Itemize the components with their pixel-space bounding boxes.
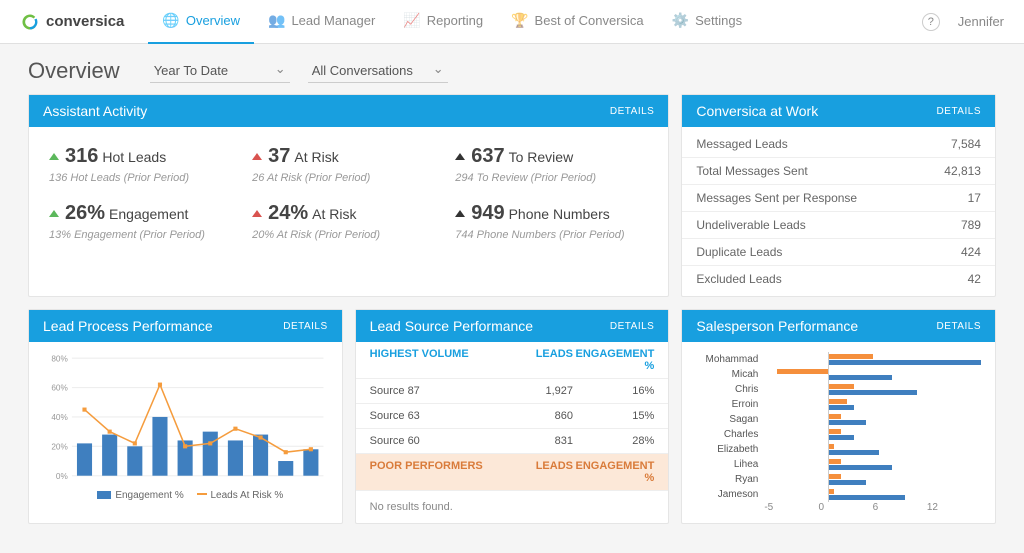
salesperson-row: Ryan [696, 472, 981, 487]
card-title: Assistant Activity [43, 103, 147, 119]
lead-process-chart: 0%20%40%60%80% Engagement % Leads At Ris… [29, 342, 342, 509]
conversation-select[interactable]: All Conversations [308, 59, 448, 83]
salesperson-row: Charles [696, 427, 981, 442]
salesperson-row: Erroin [696, 397, 981, 412]
details-link[interactable]: DETAILS [283, 321, 327, 332]
source-row: Source 6386015% [356, 404, 669, 429]
nav-icon: 👥 [268, 12, 285, 29]
assistant-activity-card: Assistant Activity DETAILS 316Hot Leads1… [28, 94, 669, 297]
source-row: Source 6083128% [356, 429, 669, 454]
nav-best-of-conversica[interactable]: 🏆Best of Conversica [497, 0, 658, 44]
nav-icon: 🏆 [511, 12, 528, 29]
help-icon[interactable]: ? [922, 13, 940, 31]
lead-process-card: Lead Process Performance DETAILS 0% 20% 40… [28, 309, 343, 524]
nav-icon: 📈 [403, 12, 420, 29]
details-link[interactable]: DETAILS [937, 321, 981, 332]
conversica-at-work-card: Conversica at Work DETAILS Messaged Lead… [681, 94, 996, 297]
page-title: Overview [28, 58, 120, 84]
no-results: No results found. [356, 491, 669, 523]
work-row: Undeliverable Leads789 [682, 212, 995, 239]
chart-axis: -50612 [764, 502, 981, 513]
salesperson-row: Chris [696, 382, 981, 397]
trend-up-icon [49, 153, 59, 160]
salesperson-row: Elizabeth [696, 442, 981, 457]
card-title: Conversica at Work [696, 103, 818, 119]
details-link[interactable]: DETAILS [610, 321, 654, 332]
work-row: Messages Sent per Response17 [682, 185, 995, 212]
salesperson-row: Sagan [696, 412, 981, 427]
nav-lead-manager[interactable]: 👥Lead Manager [254, 0, 389, 44]
trend-up-icon [455, 153, 465, 160]
details-link[interactable]: DETAILS [937, 106, 981, 117]
trend-up-icon [252, 153, 262, 160]
trend-up-icon [252, 210, 262, 217]
svg-text:40%: 40% [51, 413, 68, 422]
nav-settings[interactable]: ⚙️Settings [658, 0, 756, 44]
source-row: Source 871,92716% [356, 379, 669, 404]
salesperson-row: Mohammad [696, 352, 981, 367]
metric: 949Phone Numbers744 Phone Numbers (Prior… [455, 202, 648, 241]
details-link[interactable]: DETAILS [610, 106, 654, 117]
card-title: Lead Process Performance [43, 318, 213, 334]
salesperson-row: Lihea [696, 457, 981, 472]
user-name[interactable]: Jennifer [958, 14, 1004, 29]
metric: 37At Risk26 At Risk (Prior Period) [252, 145, 445, 184]
svg-text:0%: 0% [56, 472, 69, 481]
metric: 637To Review294 To Review (Prior Period) [455, 145, 648, 184]
salesperson-row: Micah [696, 367, 981, 382]
period-select[interactable]: Year To Date [150, 59, 290, 83]
metric: 26%Engagement13% Engagement (Prior Perio… [49, 202, 242, 241]
metric: 24%At Risk20% At Risk (Prior Period) [252, 202, 445, 241]
legend-swatch-engagement [97, 491, 111, 499]
work-row: Messaged Leads7,584 [682, 131, 995, 158]
trend-up-icon [49, 210, 59, 217]
logo-text: conversica [46, 13, 124, 30]
nav-icon: 🌐 [162, 12, 179, 29]
svg-text:20%: 20% [51, 442, 68, 451]
legend-swatch-risk [197, 493, 207, 495]
nav-overview[interactable]: 🌐Overview [148, 0, 254, 44]
salesperson-row: Jameson [696, 487, 981, 502]
nav-reporting[interactable]: 📈Reporting [389, 0, 497, 44]
salesperson-chart: MohammadMicahChrisErroinSaganCharlesEliz… [682, 342, 995, 521]
work-row: Total Messages Sent42,813 [682, 158, 995, 185]
lead-source-card: Lead Source Performance DETAILS HIGHEST … [355, 309, 670, 524]
card-title: Lead Source Performance [370, 318, 533, 334]
logo: conversica [20, 12, 124, 32]
card-title: Salesperson Performance [696, 318, 858, 334]
salesperson-card: Salesperson Performance DETAILS Mohammad… [681, 309, 996, 524]
svg-text:60%: 60% [51, 384, 68, 393]
metric: 316Hot Leads136 Hot Leads (Prior Period) [49, 145, 242, 184]
nav-icon: ⚙️ [672, 12, 689, 29]
work-row: Duplicate Leads424 [682, 239, 995, 266]
work-row: Excluded Leads42 [682, 266, 995, 292]
logo-icon [20, 12, 40, 32]
trend-up-icon [455, 210, 465, 217]
svg-text:80%: 80% [51, 354, 68, 363]
